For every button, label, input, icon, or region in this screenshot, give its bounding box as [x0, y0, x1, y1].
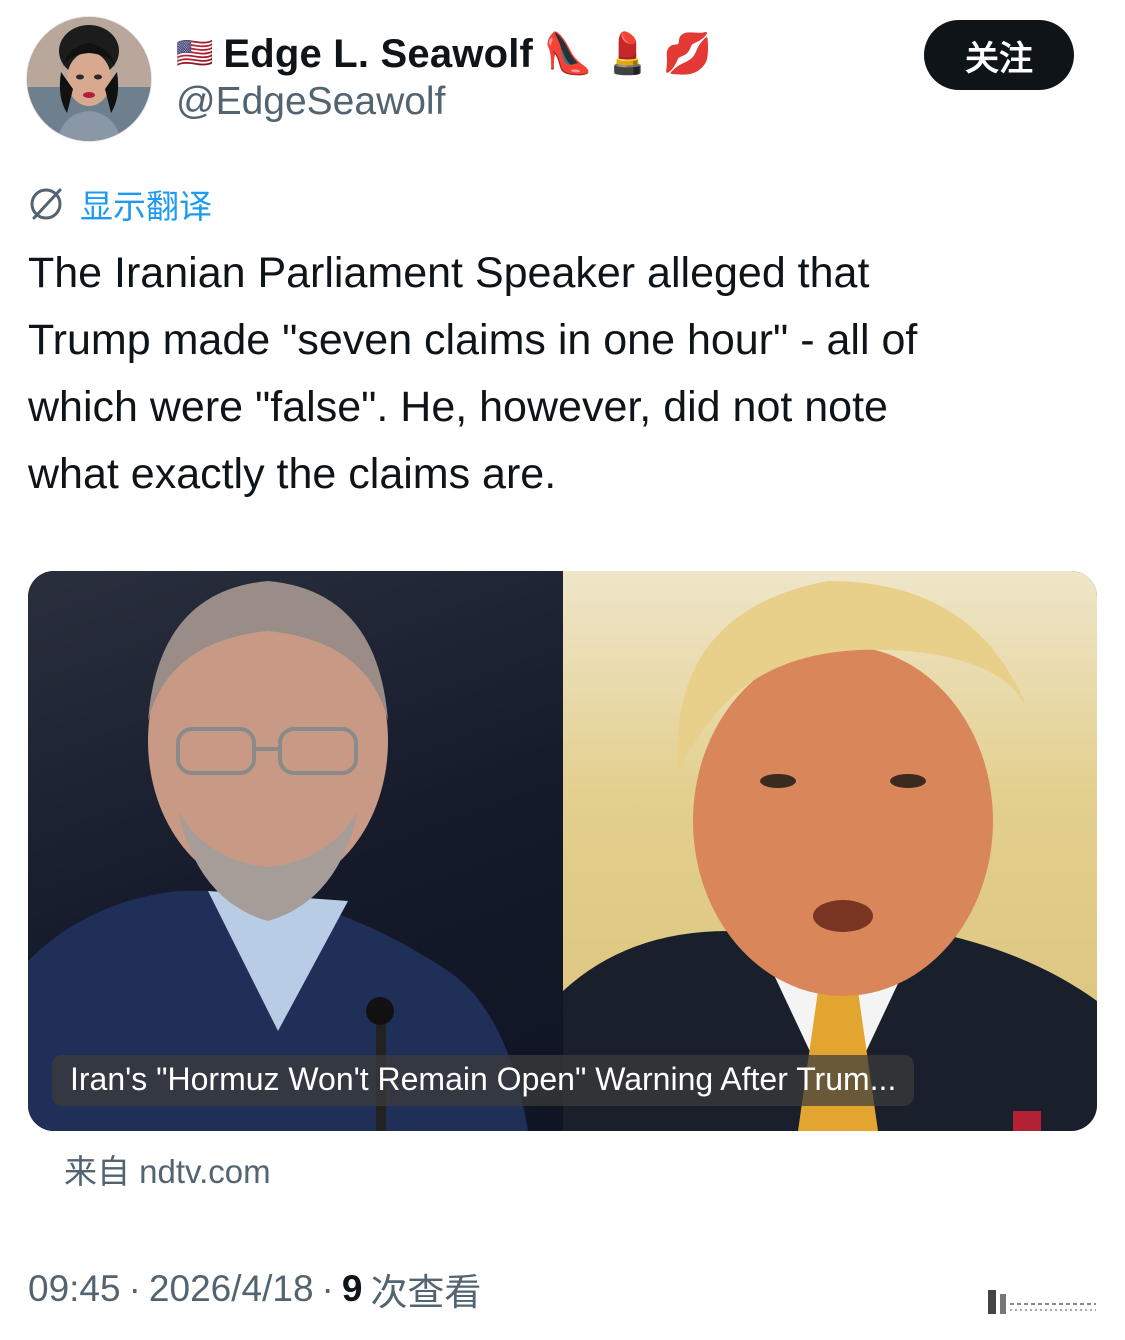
meta-separator: ·: [321, 1268, 334, 1309]
lipstick-icon: 💄: [602, 31, 653, 77]
author-handle[interactable]: @EdgeSeawolf: [176, 80, 445, 124]
card-photo: [28, 581, 1097, 1131]
link-source[interactable]: 来自 ndtv.com: [64, 1145, 271, 1193]
tweet-date[interactable]: 2026/4/18: [149, 1268, 314, 1310]
link-card-caption: Iran's "Hormuz Won't Remain Open" Warnin…: [52, 1055, 915, 1106]
author-name-row[interactable]: 🇺🇸 Edge L. Seawolf 👠 💄 💋: [176, 28, 713, 80]
meta-separator: ·: [128, 1268, 141, 1309]
follow-button[interactable]: 关注: [924, 20, 1074, 90]
tweet-meta: 09:45 · 2026/4/18 · 9 次查看: [28, 1262, 481, 1316]
show-translation-label: 显示翻译: [80, 187, 212, 226]
avatar[interactable]: [26, 16, 152, 142]
views-count: 9: [341, 1268, 363, 1309]
views-label: 次查看: [370, 1271, 482, 1314]
author-display-name[interactable]: Edge L. Seawolf: [223, 32, 533, 77]
kiss-mark-icon: 💋: [662, 31, 713, 77]
avatar-image: [27, 17, 151, 141]
source-domain: ndtv.com: [139, 1153, 271, 1190]
tweet-time[interactable]: 09:45: [28, 1268, 121, 1310]
source-prefix: 来自: [64, 1152, 130, 1191]
watermark-icon: [988, 1290, 1096, 1314]
link-preview-card[interactable]: Iran's "Hormuz Won't Remain Open" Warnin…: [28, 571, 1097, 1131]
show-translation-link[interactable]: 显示翻译: [26, 180, 212, 228]
us-flag-icon: 🇺🇸: [176, 37, 214, 70]
tweet-text: The Iranian Parliament Speaker alleged t…: [28, 249, 918, 498]
high-heel-icon: 👠: [543, 31, 593, 77]
globe-translate-icon: [30, 188, 62, 220]
